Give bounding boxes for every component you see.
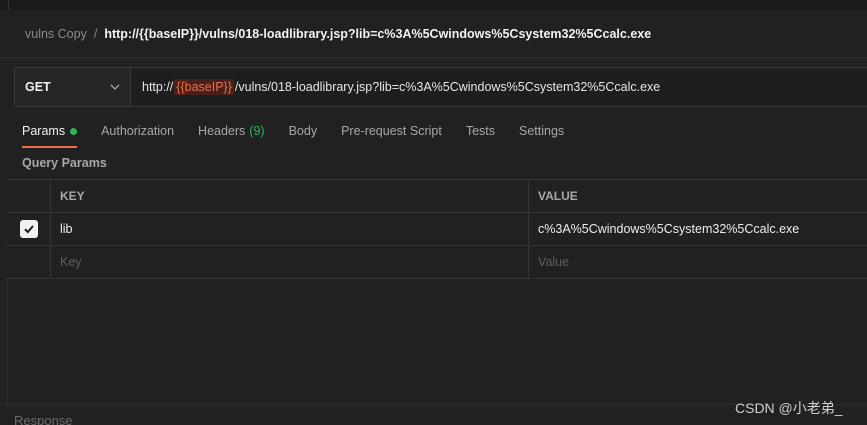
checkmark-icon bbox=[23, 225, 34, 234]
table-row: lib c%3A%5Cwindows%5Csystem32%5Ccalc.exe bbox=[7, 213, 867, 246]
request-tabs: Params Authorization Headers (9) Body Pr… bbox=[22, 122, 588, 148]
query-params-table: KEY VALUE lib c%3A%5Cwindows%5Csystem32%… bbox=[7, 179, 867, 279]
row-check-cell bbox=[7, 246, 51, 278]
url-bar: GET http:// {{baseIP}} /vulns/018-loadli… bbox=[14, 67, 867, 107]
url-prefix: http:// bbox=[142, 80, 174, 94]
row-check-cell bbox=[7, 213, 51, 245]
tab-headers[interactable]: Headers (9) bbox=[198, 122, 265, 148]
header-divider bbox=[0, 57, 867, 58]
new-value-input[interactable]: Value bbox=[529, 246, 867, 278]
table-header-row: KEY VALUE bbox=[7, 180, 867, 213]
tab-tests-label: Tests bbox=[465, 124, 495, 138]
column-header-key: KEY bbox=[51, 180, 529, 212]
breadcrumb: vulns Copy / http://{{baseIP}}/vulns/018… bbox=[25, 25, 651, 43]
chevron-down-icon bbox=[110, 84, 120, 90]
new-key-input[interactable]: Key bbox=[51, 246, 529, 278]
request-name[interactable]: http://{{baseIP}}/vulns/018-loadlibrary.… bbox=[104, 27, 651, 41]
tab-edge bbox=[8, 0, 9, 10]
breadcrumb-collection[interactable]: vulns Copy bbox=[25, 27, 87, 41]
active-dot-icon bbox=[70, 128, 78, 135]
response-label: Response bbox=[14, 413, 73, 425]
tab-params[interactable]: Params bbox=[22, 122, 78, 148]
watermark: CSDN @小老弟_ bbox=[735, 400, 843, 416]
param-checkbox[interactable] bbox=[19, 220, 38, 238]
method-label: GET bbox=[25, 80, 51, 94]
tab-pre-request-script[interactable]: Pre-request Script bbox=[341, 122, 442, 148]
tab-authorization[interactable]: Authorization bbox=[101, 122, 174, 148]
tab-settings[interactable]: Settings bbox=[519, 122, 564, 148]
url-suffix: /vulns/018-loadlibrary.jsp?lib=c%3A%5Cwi… bbox=[234, 80, 661, 94]
pane-left-border bbox=[7, 279, 8, 404]
top-tab-strip bbox=[0, 0, 867, 10]
tab-body[interactable]: Body bbox=[289, 122, 318, 148]
tab-tests[interactable]: Tests bbox=[466, 122, 495, 148]
url-input[interactable]: http:// {{baseIP}} /vulns/018-loadlibrar… bbox=[131, 79, 660, 95]
param-value-cell[interactable]: c%3A%5Cwindows%5Csystem32%5Ccalc.exe bbox=[529, 213, 867, 245]
param-key-cell[interactable]: lib bbox=[51, 213, 529, 245]
tab-body-label: Body bbox=[288, 124, 318, 138]
tab-headers-label: Headers bbox=[198, 124, 246, 138]
tab-params-label: Params bbox=[22, 124, 66, 138]
column-header-value: VALUE bbox=[538, 189, 578, 203]
method-select[interactable]: GET bbox=[15, 68, 131, 106]
url-variable[interactable]: {{baseIP}} bbox=[174, 79, 234, 95]
headers-count-badge: (9) bbox=[249, 124, 265, 138]
header-check-cell bbox=[7, 180, 51, 212]
table-row-new: Key Value bbox=[7, 246, 867, 279]
breadcrumb-separator: / bbox=[93, 27, 98, 41]
query-params-title: Query Params bbox=[22, 156, 107, 170]
tab-settings-label: Settings bbox=[519, 124, 565, 138]
tab-authorization-label: Authorization bbox=[101, 124, 175, 138]
tab-pre-request-script-label: Pre-request Script bbox=[341, 124, 442, 138]
